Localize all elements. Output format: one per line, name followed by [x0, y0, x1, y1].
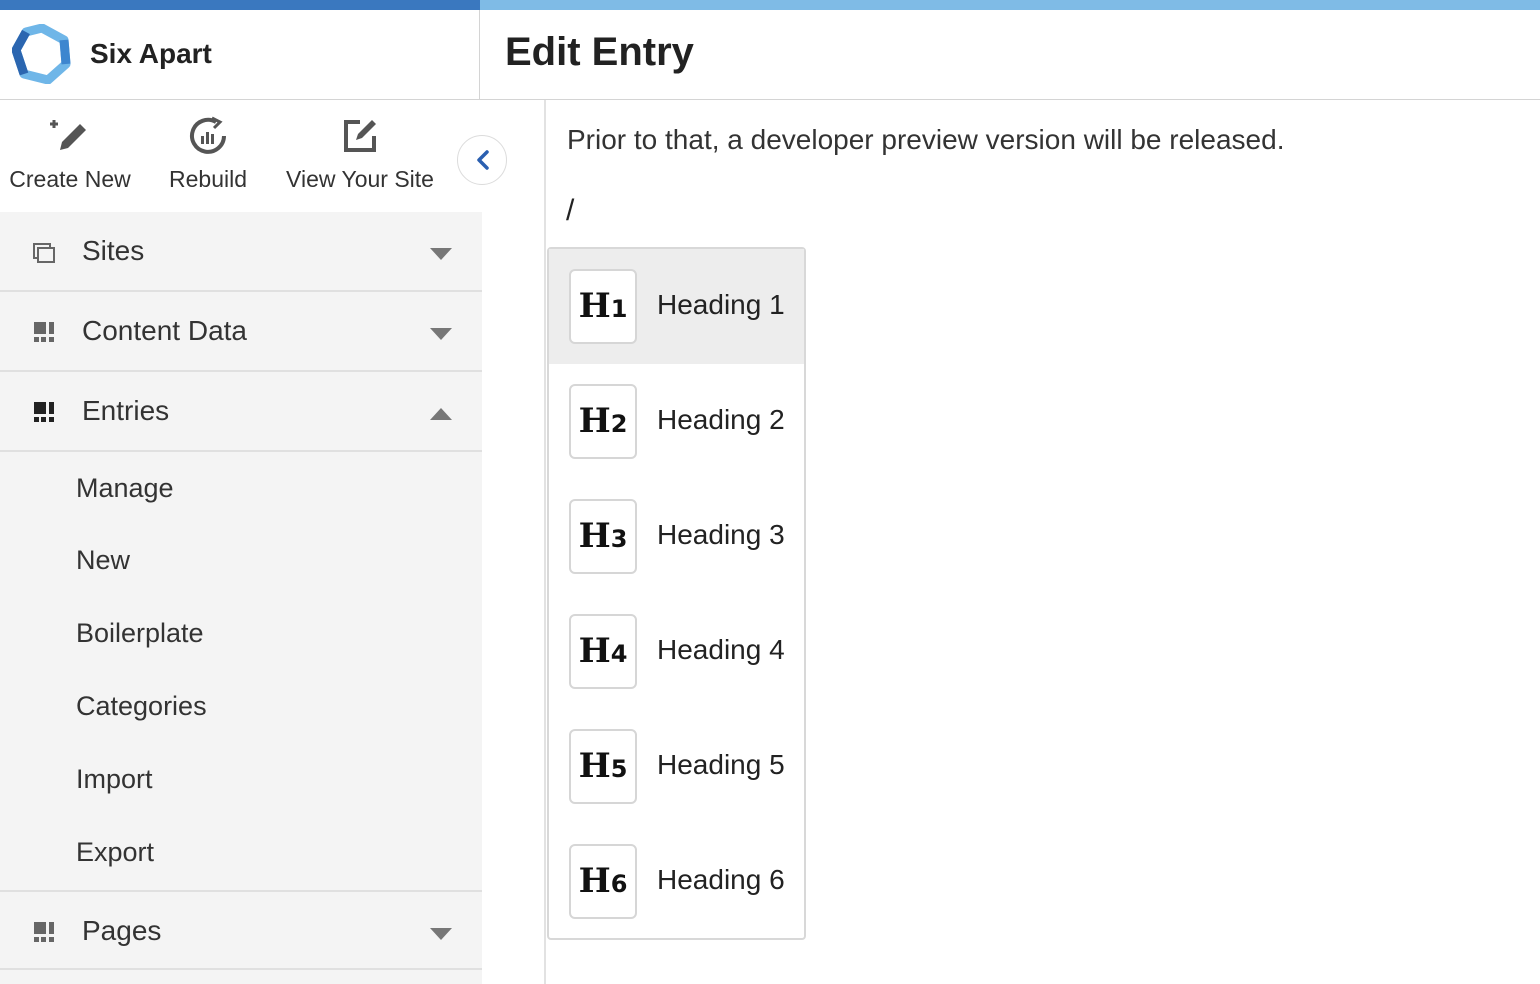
sidebar-subitem-import[interactable]: Import: [76, 764, 153, 795]
editor-slash-command[interactable]: /: [566, 194, 574, 228]
menu-item-heading-3[interactable]: H3 Heading 3: [549, 479, 804, 594]
menu-item-label: Heading 3: [657, 519, 785, 550]
menu-item-label: Heading 2: [657, 404, 785, 435]
sites-icon: [33, 243, 55, 263]
create-new-button[interactable]: Create New: [0, 114, 140, 193]
editor-paragraph[interactable]: Prior to that, a developer preview versi…: [567, 124, 1284, 156]
entries-icon: [34, 402, 54, 422]
sidebar-item-entries[interactable]: Entries: [0, 372, 482, 452]
sidebar-item-label: Content Data: [82, 315, 247, 346]
sidebar-subitem-export[interactable]: Export: [76, 837, 154, 868]
header: Six Apart Edit Entry: [0, 10, 1540, 100]
view-your-site-button[interactable]: View Your Site: [270, 114, 450, 193]
menu-item-heading-4[interactable]: H4 Heading 4: [549, 594, 804, 709]
heading-6-icon: H6: [569, 844, 637, 919]
caret-down-icon: [430, 928, 452, 940]
menu-item-heading-5[interactable]: H5 Heading 5: [549, 709, 804, 824]
block-type-menu: H1 Heading 1 H2 Heading 2 H3 Heading 3 H…: [547, 247, 806, 940]
heading-2-icon: H2: [569, 384, 637, 459]
sidebar-item-label: Entries: [82, 395, 170, 426]
sidebar-subitem-manage[interactable]: Manage: [76, 473, 174, 504]
sidebar-item-pages[interactable]: Pages: [0, 890, 482, 970]
caret-down-icon: [430, 328, 452, 340]
content-data-icon: [34, 322, 54, 342]
top-accent-bar: [0, 0, 1540, 10]
chevron-left-icon: [477, 150, 489, 170]
heading-1-icon: H1: [569, 269, 637, 344]
sidebar-subitem-categories[interactable]: Categories: [76, 691, 207, 722]
heading-3-icon: H3: [569, 499, 637, 574]
content-divider: [544, 100, 546, 984]
sidebar-subitem-boilerplate[interactable]: Boilerplate: [76, 618, 204, 649]
page-title: Edit Entry: [505, 30, 694, 74]
menu-item-label: Heading 4: [657, 634, 785, 665]
view-your-site-label: View Your Site: [286, 166, 434, 192]
caret-down-icon: [430, 248, 452, 260]
menu-item-label: Heading 5: [657, 749, 785, 780]
rebuild-button[interactable]: Rebuild: [158, 114, 258, 193]
pencil-sparkle-icon: [50, 120, 86, 150]
rebuild-label: Rebuild: [169, 166, 247, 192]
brand[interactable]: Six Apart: [0, 10, 480, 99]
rebuild-chart-icon: [190, 116, 226, 154]
menu-item-label: Heading 6: [657, 864, 785, 895]
sidebar-item-content-data[interactable]: Content Data: [0, 292, 482, 372]
menu-item-heading-1[interactable]: H1 Heading 1: [549, 249, 804, 364]
create-new-label: Create New: [9, 166, 131, 192]
top-accent-bar-left: [0, 0, 480, 10]
menu-item-heading-2[interactable]: H2 Heading 2: [549, 364, 804, 479]
caret-up-icon: [430, 408, 452, 420]
sidebar-subitem-new[interactable]: New: [76, 545, 130, 576]
heading-5-icon: H5: [569, 729, 637, 804]
six-apart-logo-icon: [12, 24, 71, 84]
menu-item-heading-6[interactable]: H6 Heading 6: [549, 824, 804, 939]
sidebar: Create New Rebuild View Your Site Sites …: [0, 100, 482, 984]
quick-actions: Create New Rebuild View Your Site: [0, 100, 482, 212]
sidebar-item-sites[interactable]: Sites: [0, 212, 482, 292]
external-edit-icon: [344, 120, 376, 152]
menu-item-label: Heading 1: [657, 289, 785, 320]
collapse-sidebar-button[interactable]: [457, 135, 507, 185]
pages-icon: [34, 922, 54, 942]
sidebar-item-label: Sites: [82, 235, 145, 266]
heading-4-icon: H4: [569, 614, 637, 689]
sidebar-item-label: Pages: [82, 915, 162, 946]
brand-name: Six Apart: [90, 38, 212, 69]
